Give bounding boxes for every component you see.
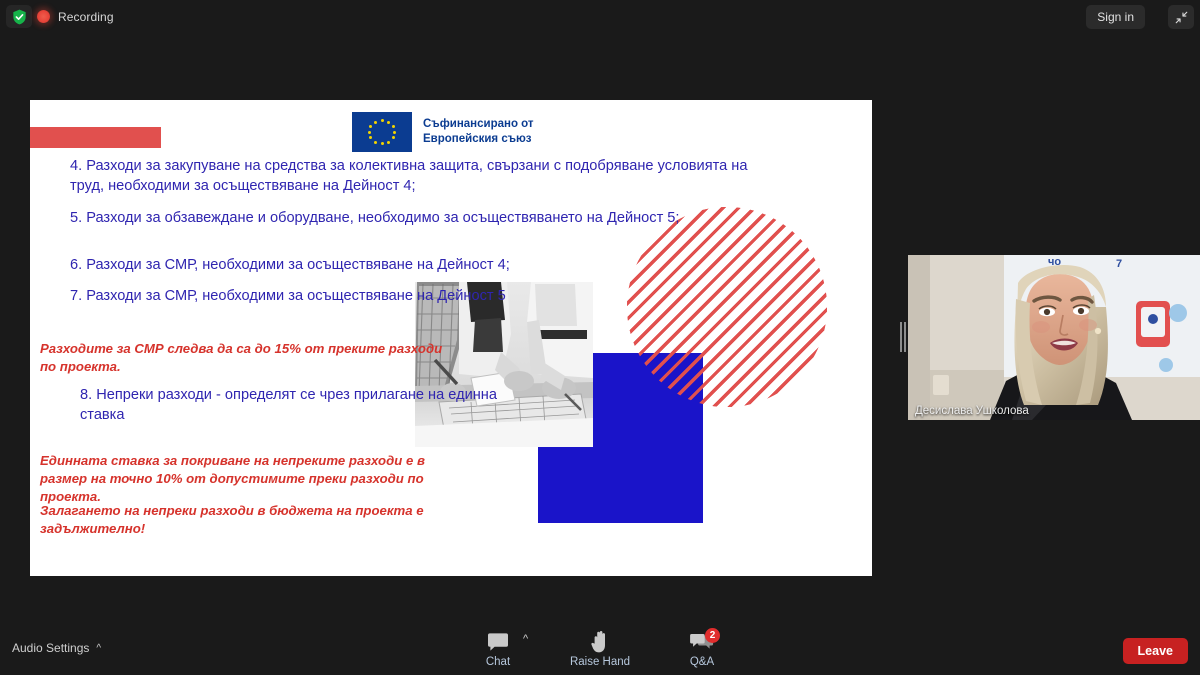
chat-button[interactable]: Chat ^ (467, 631, 529, 668)
exit-fullscreen-icon (1175, 11, 1187, 23)
slide-note-flat-rate: Единната ставка за покриване на непрекит… (40, 453, 425, 505)
sign-in-label: Sign in (1097, 10, 1134, 24)
chat-label: Chat (485, 656, 511, 668)
security-shield-button[interactable] (6, 5, 32, 28)
recording-dot-icon (37, 10, 50, 23)
slide-red-bar-decoration (30, 127, 161, 148)
top-bar: Recording Sign in (0, 0, 1200, 33)
leave-label: Leave (1137, 644, 1173, 658)
bottom-toolbar: Audio Settings ^ Chat ^ Raise Hand Q&A 2… (0, 627, 1200, 675)
video-resize-handle[interactable] (899, 322, 907, 352)
shield-check-icon (12, 9, 26, 24)
qa-button[interactable]: Q&A 2 (671, 628, 733, 668)
drag-bar (904, 322, 906, 352)
slide-note-smr: Разходите за СМР следва да са до 15% от … (40, 341, 443, 375)
eu-cofunded-label: Съфинансирано от Европейския съюз (423, 117, 534, 145)
striped-circle-overlay-decoration (627, 207, 827, 407)
chat-bubble-icon (487, 631, 509, 653)
participant-name-label: Десислава Ушколова (915, 405, 1029, 417)
slide-bullet-6: 6. Разходи за СМР, необходими за осъщест… (70, 257, 510, 273)
participant-video-tile[interactable]: чо 7 Десислава Ушколова (908, 255, 1200, 420)
exit-fullscreen-button[interactable] (1168, 5, 1194, 29)
meeting-controls: Chat ^ Raise Hand Q&A 2 (0, 628, 1200, 675)
zoom-meeting-window: Recording Sign in Съфинансирано от Европ… (0, 0, 1200, 675)
qa-label: Q&A (689, 656, 715, 668)
leave-meeting-button[interactable]: Leave (1122, 638, 1188, 664)
sign-in-button[interactable]: Sign in (1086, 5, 1145, 29)
slide-bullet-4: 4. Разходи за закупуване на средства за … (70, 158, 748, 194)
qa-unread-badge: 2 (705, 628, 720, 643)
recording-indicator[interactable]: Recording (37, 5, 114, 28)
raise-hand-label: Raise Hand (569, 656, 631, 668)
raised-hand-icon (590, 631, 610, 653)
svg-text:7: 7 (1116, 258, 1122, 270)
eu-cofunded-logo: Съфинансирано от Европейския съюз (352, 112, 534, 152)
slide-note-mandatory: Залагането на непреки разходи в бюджета … (40, 503, 424, 537)
slide-bullet-8: 8. Непреки разходи - определят се чрез п… (80, 387, 497, 423)
drag-bar (900, 322, 902, 352)
recording-label: Recording (58, 9, 114, 24)
eu-flag-icon (352, 112, 412, 152)
slide-bullet-7: 7. Разходи за СМР, необходими за осъщест… (70, 288, 506, 304)
shared-slide: Съфинансирано от Европейския съюз 4. Раз… (30, 100, 872, 576)
raise-hand-button[interactable]: Raise Hand (569, 631, 631, 668)
participant-video-frame: чо 7 (908, 255, 1200, 420)
slide-bullet-5: 5. Разходи за обзавеждане и оборудване, … (70, 210, 680, 226)
chat-chevron-up-icon[interactable]: ^ (523, 633, 528, 645)
